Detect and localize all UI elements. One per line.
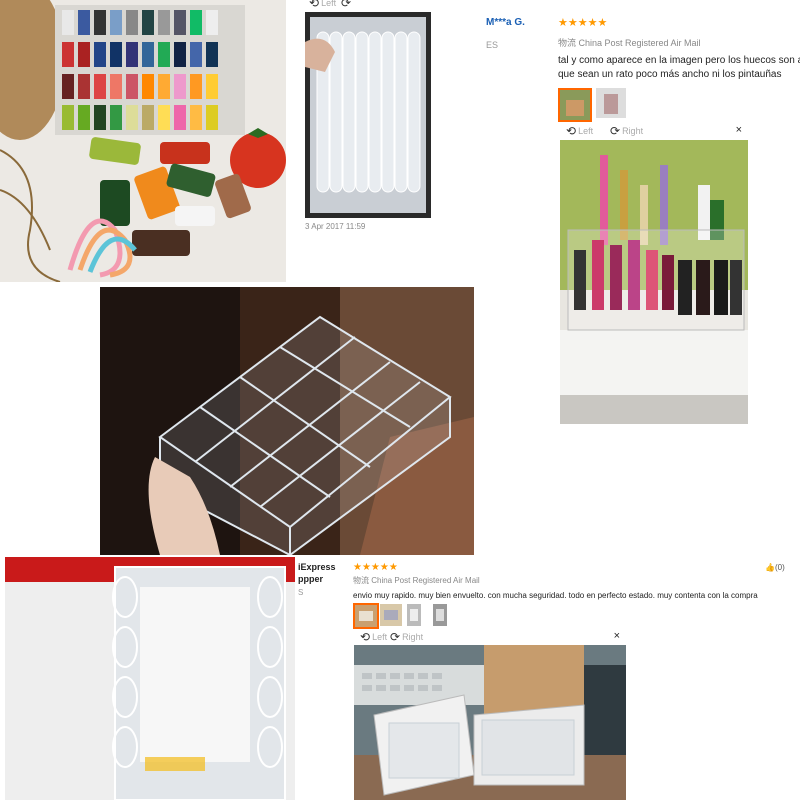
photo-date: 3 Apr 2017 11:59 (305, 222, 366, 231)
rotate-right-label[interactable]: Right (402, 632, 423, 642)
rotate-left-icon[interactable]: ⟲ (566, 125, 576, 137)
reviewer-name[interactable]: M***a G. (486, 17, 525, 28)
logistics-info: 物流 China Post Registered Air Mail (558, 38, 701, 48)
review-text-line-2: que sean un rato poco más ancho ni los p… (558, 69, 782, 80)
rotate-right-label[interactable]: Right (622, 126, 643, 136)
rating-stars: ★★★★★ (558, 17, 608, 29)
review-thumbnail-1[interactable] (353, 603, 379, 629)
rotate-right-icon[interactable]: ⟳ (610, 125, 620, 137)
like-button[interactable]: 👍(0) (765, 563, 785, 572)
thumbs-up-icon[interactable]: 👍 (765, 563, 775, 572)
logistics-info: 物流 China Post Registered Air Mail (353, 576, 480, 585)
rotate-left-label[interactable]: Left (578, 126, 593, 136)
rotate-left-icon[interactable]: ⟲ (309, 0, 319, 9)
image-viewer-toolbar: ⟲ Left ⟳ (305, 0, 431, 11)
rating-stars: ★★★★★ (353, 562, 398, 573)
image-viewer-toolbar: ⟲ Left ⟳ Right × (560, 124, 746, 139)
review-thumbnail-1[interactable] (558, 88, 592, 122)
lipstick-organizer-photo (560, 140, 748, 424)
reviewer-header-line-2[interactable]: ppper (298, 574, 323, 584)
review-thumbnail-4[interactable] (433, 604, 447, 626)
review-thumbnail-2[interactable] (596, 88, 626, 118)
close-icon[interactable]: × (736, 124, 742, 136)
review-thumbnail-2[interactable] (380, 604, 402, 626)
wrapped-package-photo (5, 557, 295, 800)
reviewer-header-line-1[interactable]: iExpress (298, 562, 336, 572)
boxed-organizers-photo (354, 645, 626, 800)
rotate-left-label[interactable]: Left (321, 0, 336, 8)
rotate-right-icon[interactable]: ⟳ (341, 0, 351, 9)
review-thumbnail-3[interactable] (407, 604, 421, 626)
close-icon[interactable]: × (614, 630, 620, 642)
thread-spools-photo (0, 0, 286, 282)
like-count: (0) (774, 563, 785, 572)
image-viewer-toolbar: ⟲ Left ⟳ Right × (354, 630, 624, 645)
review-text: envio muy rapido. muy bien envuelto. con… (353, 591, 758, 600)
bubble-wrap-package-photo (305, 12, 431, 218)
rotate-right-icon[interactable]: ⟳ (390, 631, 400, 643)
rotate-left-icon[interactable]: ⟲ (360, 631, 370, 643)
reviewer-country: ES (486, 40, 499, 50)
reviewer-country: S (298, 588, 304, 597)
rotate-left-label[interactable]: Left (372, 632, 387, 642)
acrylic-organizer-photo (100, 287, 474, 555)
